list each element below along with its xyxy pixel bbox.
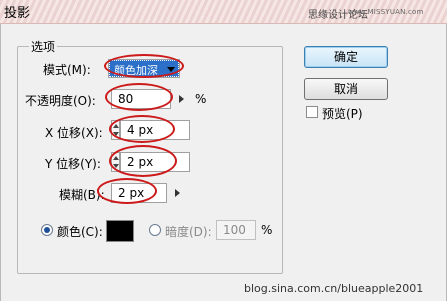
window-title: 投影 <box>4 6 31 21</box>
darkness-label: 暗度(D): <box>165 225 212 239</box>
opacity-input[interactable]: 80 <box>111 89 171 109</box>
x-offset-input[interactable]: 4 px <box>120 120 190 140</box>
darkness-input[interactable]: 100 <box>216 220 256 240</box>
opacity-label: 不透明度(O): <box>25 94 96 108</box>
opacity-unit: % <box>195 92 207 106</box>
blur-label: 模糊(B): <box>59 188 105 202</box>
preview-label[interactable]: 预览(P) <box>322 105 363 122</box>
color-radio[interactable] <box>41 224 53 236</box>
title-bar: 投影 思缘设计论坛 www.MISSYUAN.com <box>0 0 447 24</box>
cancel-button[interactable]: 取消 <box>304 78 388 100</box>
blog-watermark: blog.sina.com.cn/blueapple2001 <box>244 282 424 295</box>
darkness-unit: % <box>261 223 273 237</box>
ok-button[interactable]: 确定 <box>304 46 388 68</box>
spin-down-icon[interactable] <box>113 164 119 168</box>
mode-label: 模式(M): <box>43 63 91 77</box>
preview-checkbox[interactable] <box>306 106 318 118</box>
blur-value: 2 px <box>118 186 145 200</box>
spin-up-icon[interactable] <box>113 124 119 128</box>
watermark-url: www.MISSYUAN.com <box>348 8 424 16</box>
blur-slider-button[interactable] <box>171 183 185 203</box>
dialog-body: 选项 模式(M): 颜色加深 不透明度(O): 80 % X 位移(X): 4 … <box>0 24 447 301</box>
opacity-slider-button[interactable] <box>175 89 189 109</box>
y-offset-label: Y 位移(Y): <box>45 157 101 171</box>
options-legend: 选项 <box>29 38 58 55</box>
mode-select-value: 颜色加深 <box>114 64 158 77</box>
mode-select[interactable]: 颜色加深 <box>108 59 180 78</box>
opacity-value: 80 <box>118 92 134 106</box>
x-offset-label: X 位移(X): <box>45 126 103 140</box>
spin-down-icon[interactable] <box>113 132 119 136</box>
darkness-value: 100 <box>223 223 246 237</box>
darkness-radio[interactable] <box>149 224 161 236</box>
y-offset-input[interactable]: 2 px <box>120 152 190 172</box>
spin-up-icon[interactable] <box>113 156 119 160</box>
color-label[interactable]: 颜色(C): <box>57 223 103 240</box>
y-offset-spinner[interactable] <box>111 152 120 172</box>
x-offset-spinner[interactable] <box>111 120 120 140</box>
shadow-color-swatch[interactable] <box>106 220 134 242</box>
chevron-down-icon <box>167 67 175 72</box>
y-offset-value: 2 px <box>127 155 154 169</box>
blur-input[interactable]: 2 px <box>111 183 167 203</box>
triangle-right-icon <box>175 189 180 197</box>
x-offset-value: 4 px <box>127 123 154 137</box>
triangle-right-icon <box>179 95 184 103</box>
